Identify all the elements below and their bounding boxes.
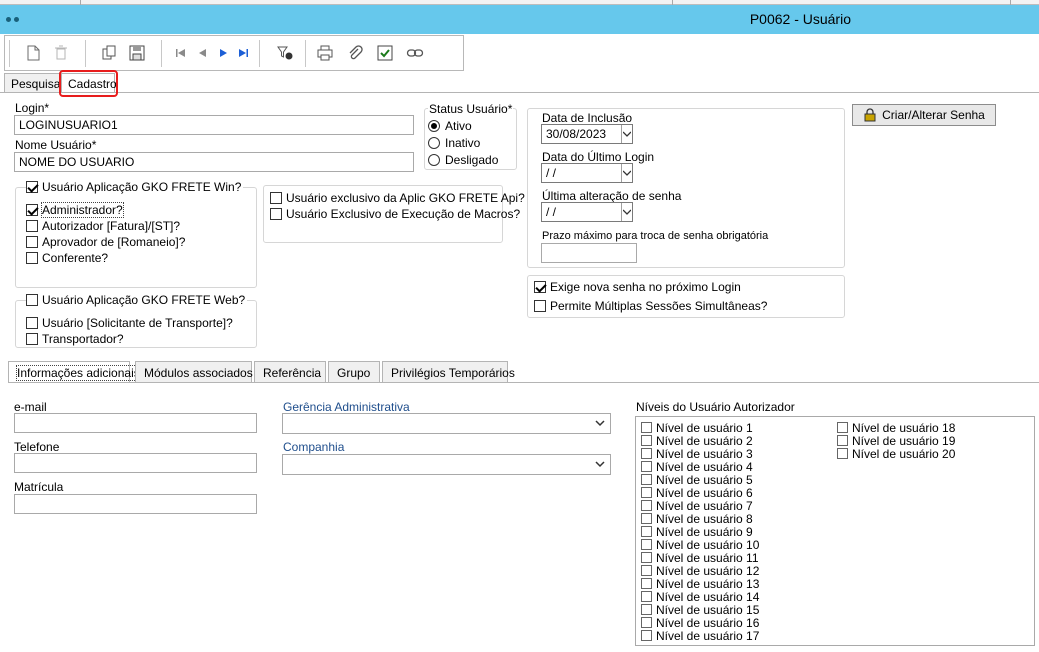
title-bar: P0062 - Usuário: [0, 5, 1039, 34]
ultimo-login-label: Data do Último Login: [542, 150, 655, 164]
login-label: Login*: [15, 101, 50, 115]
multiplas-sessoes-checkbox[interactable]: Permite Múltiplas Sessões Simultâneas?: [534, 299, 767, 313]
win-app-checkbox[interactable]: Usuário Aplicação GKO FRETE Win?: [26, 180, 244, 194]
ultima-alteracao-field[interactable]: / /: [541, 202, 633, 222]
status-label: Status Usuário*: [428, 102, 514, 116]
sub-tabs: Informações adicionais Módulos associado…: [8, 361, 528, 383]
matricula-input[interactable]: [14, 494, 257, 514]
tab-divider: [0, 92, 1039, 93]
tab-informacoes-adicionais[interactable]: Informações adicionais: [8, 361, 141, 383]
search-filter-icon[interactable]: [275, 43, 295, 63]
ultima-alteracao-label: Última alteração de senha: [542, 189, 682, 203]
highlight-box: [59, 70, 118, 97]
nivel-usuario-checkbox[interactable]: Nível de usuário 3: [641, 447, 753, 461]
nivel-usuario-checkbox[interactable]: Nível de usuário 9: [641, 525, 753, 539]
web-app-checkbox[interactable]: Usuário Aplicação GKO FRETE Web?: [26, 293, 248, 307]
tab-privilegios-temporarios[interactable]: Privilégios Temporários: [382, 361, 515, 383]
chevron-down-icon: [595, 461, 605, 468]
toolbar: [4, 35, 464, 71]
prazo-input[interactable]: [541, 243, 637, 263]
nivel-usuario-checkbox[interactable]: Nível de usuário 20: [837, 447, 955, 461]
chevron-down-icon[interactable]: [621, 203, 632, 221]
previous-record-icon[interactable]: [193, 43, 213, 63]
nivel-usuario-checkbox[interactable]: Nível de usuário 19: [837, 434, 955, 448]
email-label: e-mail: [14, 400, 47, 414]
new-document-icon[interactable]: [23, 43, 43, 63]
companhia-label: Companhia: [283, 440, 345, 454]
link-icon[interactable]: [405, 43, 425, 63]
conferente-checkbox[interactable]: Conferente?: [26, 251, 108, 265]
window-title: P0062 - Usuário: [749, 11, 851, 27]
nivel-usuario-checkbox[interactable]: Nível de usuário 17: [641, 629, 759, 643]
save-icon[interactable]: [127, 43, 147, 63]
solicitante-checkbox[interactable]: Usuário [Solicitante de Transporte]?: [26, 316, 233, 330]
lock-icon: [864, 108, 876, 122]
nivel-usuario-checkbox[interactable]: Nível de usuário 16: [641, 616, 759, 630]
transportador-checkbox[interactable]: Transportador?: [26, 332, 124, 346]
last-record-icon[interactable]: [233, 43, 253, 63]
aprovador-checkbox[interactable]: Aprovador de [Romaneio]?: [26, 235, 185, 249]
nome-input[interactable]: NOME DO USUARIO: [14, 152, 414, 172]
nivel-usuario-checkbox[interactable]: Nível de usuário 12: [641, 564, 759, 578]
administrador-checkbox[interactable]: Administrador?: [26, 202, 124, 218]
gerencia-select[interactable]: [282, 413, 611, 434]
email-input[interactable]: [14, 413, 257, 433]
nivel-usuario-checkbox[interactable]: Nível de usuário 4: [641, 460, 753, 474]
first-record-icon[interactable]: [171, 43, 191, 63]
nivel-usuario-checkbox[interactable]: Nível de usuário 13: [641, 577, 759, 591]
subtab-divider: [8, 382, 1039, 383]
delete-icon[interactable]: [51, 43, 71, 63]
confirm-icon[interactable]: [375, 43, 395, 63]
nivel-usuario-checkbox[interactable]: Nível de usuário 6: [641, 486, 753, 500]
tab-modulos-associados[interactable]: Módulos associados: [135, 361, 253, 383]
nivel-usuario-checkbox[interactable]: Nível de usuário 11: [641, 551, 759, 565]
gerencia-label: Gerência Administrativa: [283, 400, 410, 414]
attach-icon[interactable]: [345, 43, 365, 63]
nivel-usuario-checkbox[interactable]: Nível de usuário 5: [641, 473, 753, 487]
copy-icon[interactable]: [99, 43, 119, 63]
exige-nova-senha-checkbox[interactable]: Exige nova senha no próximo Login: [534, 280, 741, 294]
nome-label: Nome Usuário*: [15, 138, 97, 152]
api-exclusive-checkbox[interactable]: Usuário exclusivo da Aplic GKO FRETE Api…: [270, 191, 525, 205]
nivel-usuario-checkbox[interactable]: Nível de usuário 14: [641, 590, 759, 604]
nivel-usuario-checkbox[interactable]: Nível de usuário 10: [641, 538, 759, 552]
companhia-select[interactable]: [282, 454, 611, 475]
window-dot-icon: [6, 17, 11, 22]
niveis-label: Níveis do Usuário Autorizador: [636, 400, 795, 414]
macros-exclusive-checkbox[interactable]: Usuário Exclusivo de Execução de Macros?: [270, 207, 520, 221]
status-inativo-radio[interactable]: Inativo: [428, 136, 480, 150]
ultimo-login-field[interactable]: / /: [541, 163, 633, 183]
nivel-usuario-checkbox[interactable]: Nível de usuário 7: [641, 499, 753, 513]
autorizador-checkbox[interactable]: Autorizador [Fatura]/[ST]?: [26, 219, 180, 233]
criar-alterar-senha-button[interactable]: Criar/Alterar Senha: [852, 104, 996, 126]
prazo-label: Prazo máximo para troca de senha obrigat…: [542, 230, 769, 242]
chevron-down-icon[interactable]: [621, 125, 632, 143]
next-record-icon[interactable]: [213, 43, 233, 63]
data-inclusao-field[interactable]: 30/08/2023: [541, 124, 633, 144]
login-input[interactable]: LOGINUSUARIO1: [14, 115, 414, 135]
tab-referencia[interactable]: Referência: [254, 361, 326, 383]
tab-pesquisa[interactable]: Pesquisa: [4, 73, 60, 93]
data-inclusao-label: Data de Inclusão: [542, 111, 633, 125]
status-ativo-radio[interactable]: Ativo: [428, 119, 472, 133]
matricula-label: Matrícula: [14, 480, 64, 494]
window-dot-icon: [14, 17, 19, 22]
tab-grupo[interactable]: Grupo: [328, 361, 380, 383]
chevron-down-icon[interactable]: [621, 164, 632, 182]
chevron-down-icon: [595, 420, 605, 427]
nivel-usuario-checkbox[interactable]: Nível de usuário 15: [641, 603, 759, 617]
nivel-usuario-checkbox[interactable]: Nível de usuário 2: [641, 434, 753, 448]
print-icon[interactable]: [315, 43, 335, 63]
telefone-input[interactable]: [14, 453, 257, 473]
nivel-usuario-checkbox[interactable]: Nível de usuário 1: [641, 421, 753, 435]
nivel-usuario-checkbox[interactable]: Nível de usuário 8: [641, 512, 753, 526]
nivel-usuario-checkbox[interactable]: Nível de usuário 18: [837, 421, 955, 435]
status-desligado-radio[interactable]: Desligado: [428, 153, 498, 167]
telefone-label: Telefone: [14, 440, 60, 454]
